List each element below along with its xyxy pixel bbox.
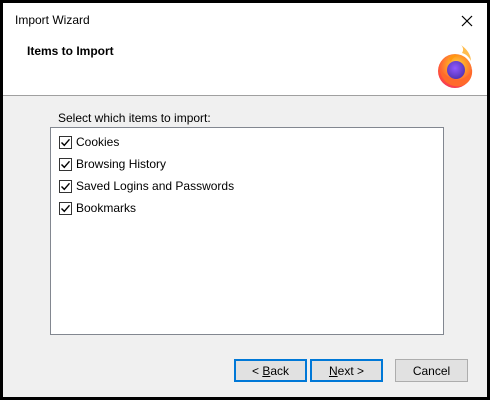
items-list[interactable]: Cookies Browsing History Saved Logins an… [50,127,444,335]
list-item-browsing-history[interactable]: Browsing History [59,155,166,173]
list-item-saved-logins[interactable]: Saved Logins and Passwords [59,177,234,195]
saved-logins-checkbox[interactable] [59,179,72,193]
saved-logins-label: Saved Logins and Passwords [76,179,235,193]
import-wizard-window: Import Wizard Items to Import Select whi… [0,0,490,400]
list-item-bookmarks[interactable]: Bookmarks [59,199,136,217]
wizard-header: Items to Import [3,39,487,96]
back-button[interactable]: < Back [234,359,307,382]
back-button-prefix: < [251,363,263,378]
items-prompt-label: Select which items to import: [58,111,211,125]
bookmarks-checkbox[interactable] [59,201,72,215]
bookmarks-label: Bookmarks [76,201,137,215]
page-heading: Items to Import [27,44,114,58]
back-button-rest: ack [270,363,290,378]
checkmark-icon [61,160,71,168]
window-title: Import Wizard [15,13,90,27]
checkmark-icon [61,182,71,190]
title-bar: Import Wizard [3,3,487,39]
back-button-mnemonic: B [262,363,271,378]
cookies-checkbox[interactable] [59,135,72,149]
list-item-cookies[interactable]: Cookies [59,133,119,151]
next-button-rest: ext > [337,363,365,378]
next-button-mnemonic: N [328,363,338,378]
next-button[interactable]: Next > [310,359,383,382]
checkmark-icon [61,204,71,212]
close-button[interactable] [453,7,481,35]
close-icon [461,15,473,27]
firefox-logo-icon [438,45,473,88]
cookies-label: Cookies [76,135,120,149]
cancel-button-label: Cancel [412,363,451,378]
checkmark-icon [61,138,71,146]
browsing-history-label: Browsing History [76,157,167,171]
cancel-button[interactable]: Cancel [395,359,468,382]
browsing-history-checkbox[interactable] [59,157,72,171]
